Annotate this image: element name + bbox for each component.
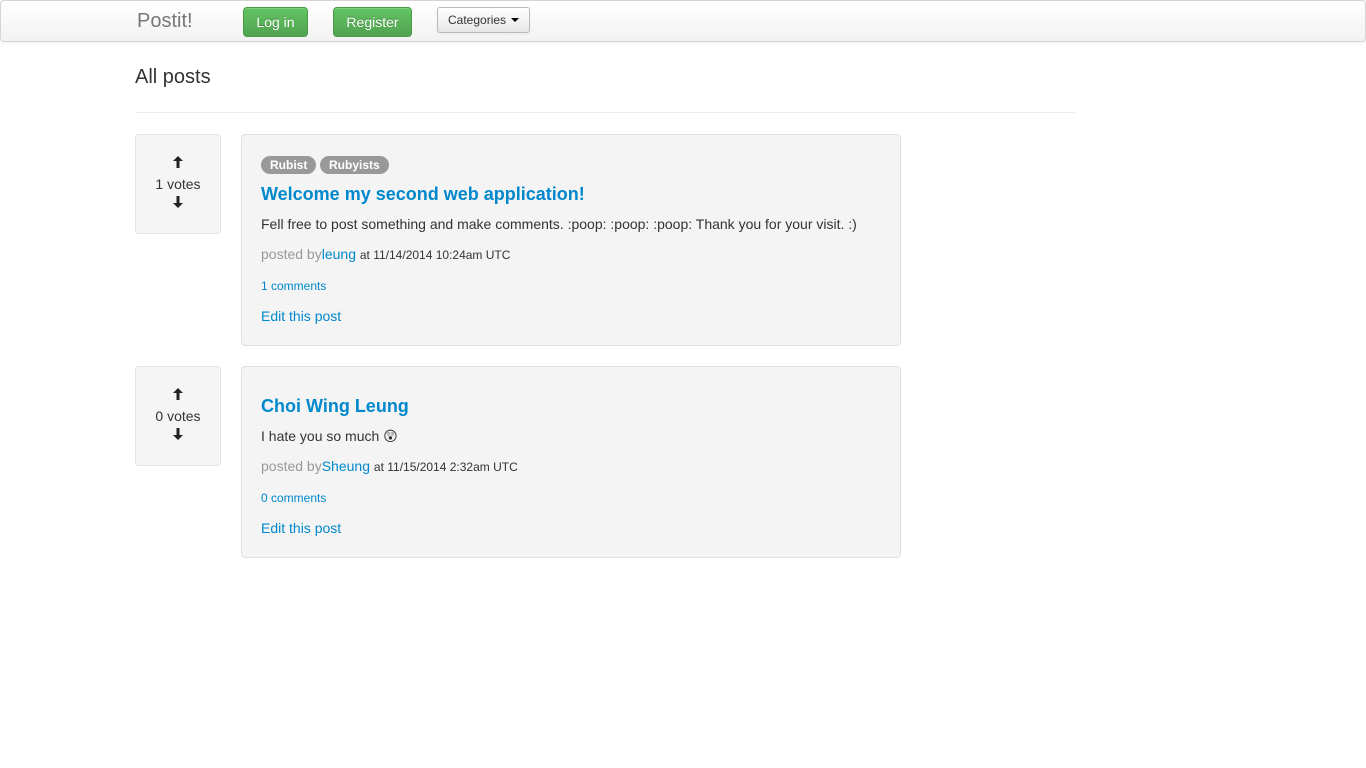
posted-by-label: posted by	[261, 458, 322, 474]
categories-label: Categories	[448, 13, 507, 27]
vote-count: 1 votes	[155, 176, 201, 192]
author-link[interactable]: Sheung	[322, 458, 370, 474]
posted-by-label: posted by	[261, 246, 322, 262]
vote-box: 0 votes	[135, 366, 221, 466]
divider	[135, 112, 1075, 113]
post-timestamp: at 11/15/2014 2:32am UTC	[373, 460, 518, 474]
post-card: Choi Wing Leung I hate you so much 😲 pos…	[241, 366, 901, 558]
vote-count: 0 votes	[155, 408, 201, 424]
login-button[interactable]: Log in	[243, 7, 308, 37]
register-button[interactable]: Register	[333, 7, 412, 37]
categories-dropdown-button[interactable]: Categories	[437, 7, 530, 33]
post-timestamp: at 11/14/2014 10:24am UTC	[359, 248, 511, 262]
author-link[interactable]: leung	[322, 246, 356, 262]
edit-post-link[interactable]: Edit this post	[261, 308, 341, 324]
brand-logo[interactable]: Postit!	[137, 10, 193, 33]
category-badge-rubyists[interactable]: Rubyists	[320, 156, 389, 174]
page-title: All posts	[135, 66, 211, 88]
arrow-down-icon[interactable]	[136, 428, 220, 440]
caret-down-icon	[511, 17, 520, 22]
post-body: Fell free to post something and make com…	[261, 216, 857, 232]
post-body: I hate you so much 😲	[261, 428, 398, 444]
arrow-down-icon[interactable]	[136, 196, 220, 208]
arrow-up-icon[interactable]	[136, 388, 220, 400]
post-meta: posted byleung at 11/14/2014 10:24am UTC	[261, 246, 510, 262]
arrow-up-icon[interactable]	[136, 156, 220, 168]
edit-post-link[interactable]: Edit this post	[261, 520, 341, 536]
post-title-link[interactable]: Choi Wing Leung	[261, 396, 409, 417]
post-card: Rubist Rubyists Welcome my second web ap…	[241, 134, 901, 346]
comments-link[interactable]: 1 comments	[261, 279, 326, 293]
category-badge-rubist[interactable]: Rubist	[261, 156, 317, 174]
top-navbar: Postit! Log in Register Categories	[0, 0, 1366, 42]
vote-box: 1 votes	[135, 134, 221, 234]
comments-link[interactable]: 0 comments	[261, 491, 326, 505]
post-meta: posted bySheung at 11/15/2014 2:32am UTC	[261, 458, 518, 474]
post-title-link[interactable]: Welcome my second web application!	[261, 184, 585, 205]
